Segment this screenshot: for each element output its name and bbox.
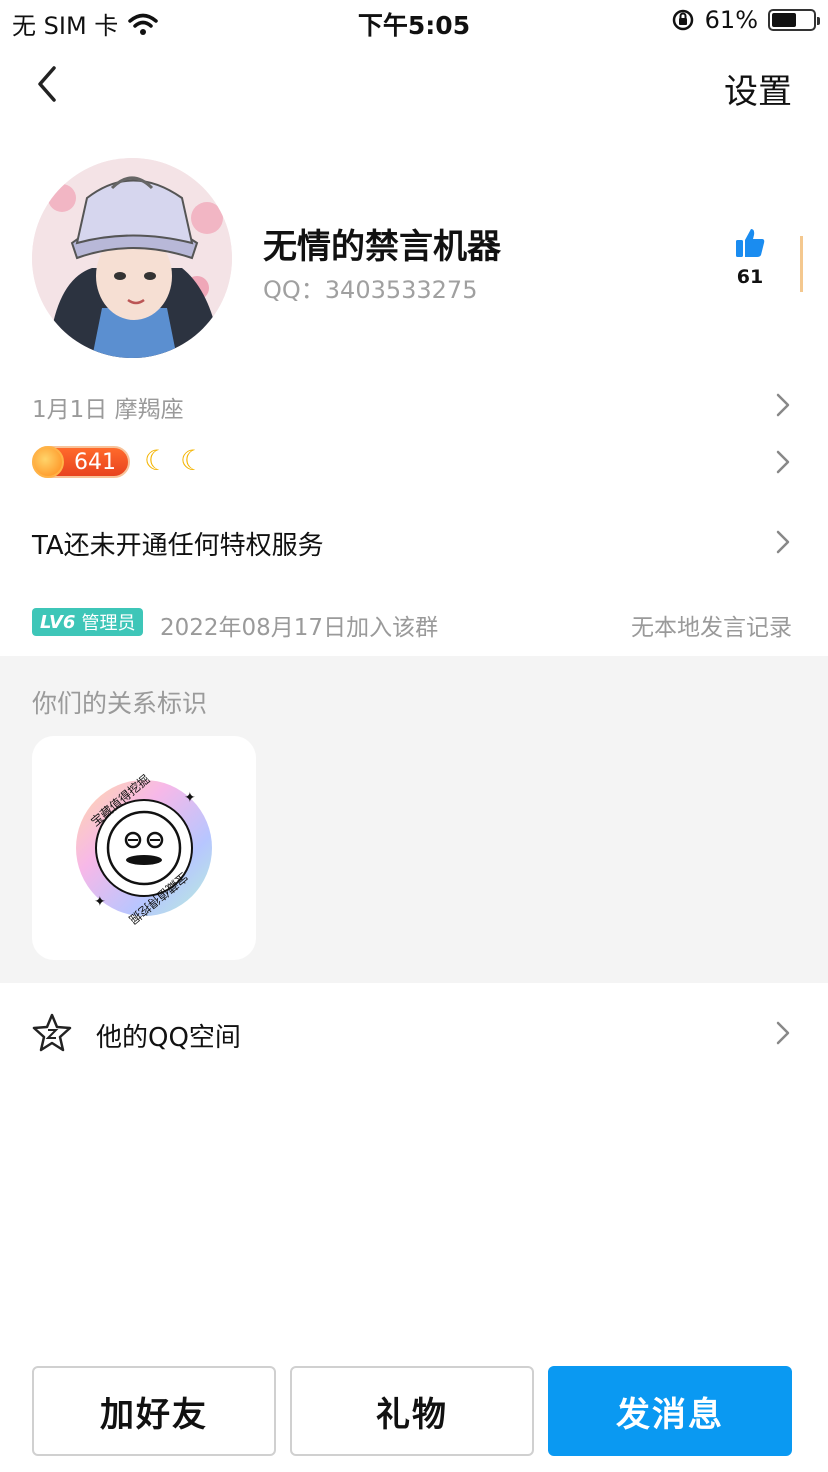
like-count: 61 (736, 266, 764, 288)
profile-qq-number: QQ：3403533275 (263, 276, 478, 304)
status-bar: 无 SIM 卡 下午5:05 61% (0, 0, 828, 42)
status-right: 61% (671, 6, 820, 34)
level-row[interactable]: 641 ☾ ☾ (0, 444, 828, 480)
chevron-left-icon (38, 66, 56, 102)
speak-record-text: 无本地发言记录 (631, 615, 792, 641)
moon-icon: ☾ (180, 444, 206, 477)
level-badge: 641 (32, 446, 130, 478)
chevron-right-icon (776, 1021, 790, 1045)
birthday-row[interactable]: 1月1日 摩羯座 (0, 388, 828, 423)
add-friend-button[interactable]: 加好友 (32, 1366, 276, 1456)
settings-button[interactable]: 设置 (724, 64, 792, 113)
join-date-text: 2022年08月17日加入该群 (160, 615, 439, 641)
edge-peek-decoration (800, 236, 810, 292)
coin-icon (32, 446, 64, 478)
rotation-lock-icon (672, 9, 693, 31)
privilege-row[interactable]: TA还未开通任何特权服务 (0, 522, 828, 562)
profile-name: 无情的禁言机器 (263, 227, 501, 267)
battery-icon (768, 9, 820, 31)
birthday-text: 1月1日 摩羯座 (32, 397, 184, 423)
qzone-row[interactable]: 他的QQ空间 (0, 1012, 828, 1054)
privilege-text: TA还未开通任何特权服务 (32, 531, 324, 561)
star-icon (32, 1013, 72, 1052)
chevron-right-icon (776, 530, 790, 554)
relation-section: 你们的关系标识 宝藏值得挖掘 宝藏值得挖掘 ✦ ✦ (0, 656, 828, 983)
like-button[interactable]: 61 (728, 226, 772, 288)
moon-icon: ☾ (144, 444, 170, 477)
role-text: 管理员 (81, 613, 136, 634)
level-value: 641 (74, 450, 116, 475)
avatar[interactable] (32, 158, 232, 358)
group-info-row: LV6 管理员 2022年08月17日加入该群 无本地发言记录 (0, 606, 828, 641)
back-button[interactable] (30, 62, 70, 106)
chevron-right-icon (776, 450, 790, 474)
battery-percent: 61% (704, 6, 758, 34)
send-message-button[interactable]: 发消息 (548, 1366, 792, 1456)
relation-title: 你们的关系标识 (32, 689, 208, 718)
svg-text:✦: ✦ (94, 894, 106, 910)
chevron-right-icon (776, 393, 790, 417)
treasure-badge-icon: 宝藏值得挖掘 宝藏值得挖掘 ✦ ✦ (76, 771, 212, 927)
qzone-label: 他的QQ空间 (96, 1023, 241, 1053)
level-tag-text: LV6 (40, 611, 76, 633)
gift-button[interactable]: 礼物 (290, 1366, 534, 1456)
battery-fill (772, 13, 796, 27)
relation-badge-card[interactable]: 宝藏值得挖掘 宝藏值得挖掘 ✦ ✦ (32, 736, 256, 960)
svg-text:✦: ✦ (184, 790, 196, 806)
thumbs-up-icon (736, 229, 765, 257)
admin-level-tag: LV6 管理员 (32, 608, 144, 636)
avatar-illustration (32, 158, 232, 358)
